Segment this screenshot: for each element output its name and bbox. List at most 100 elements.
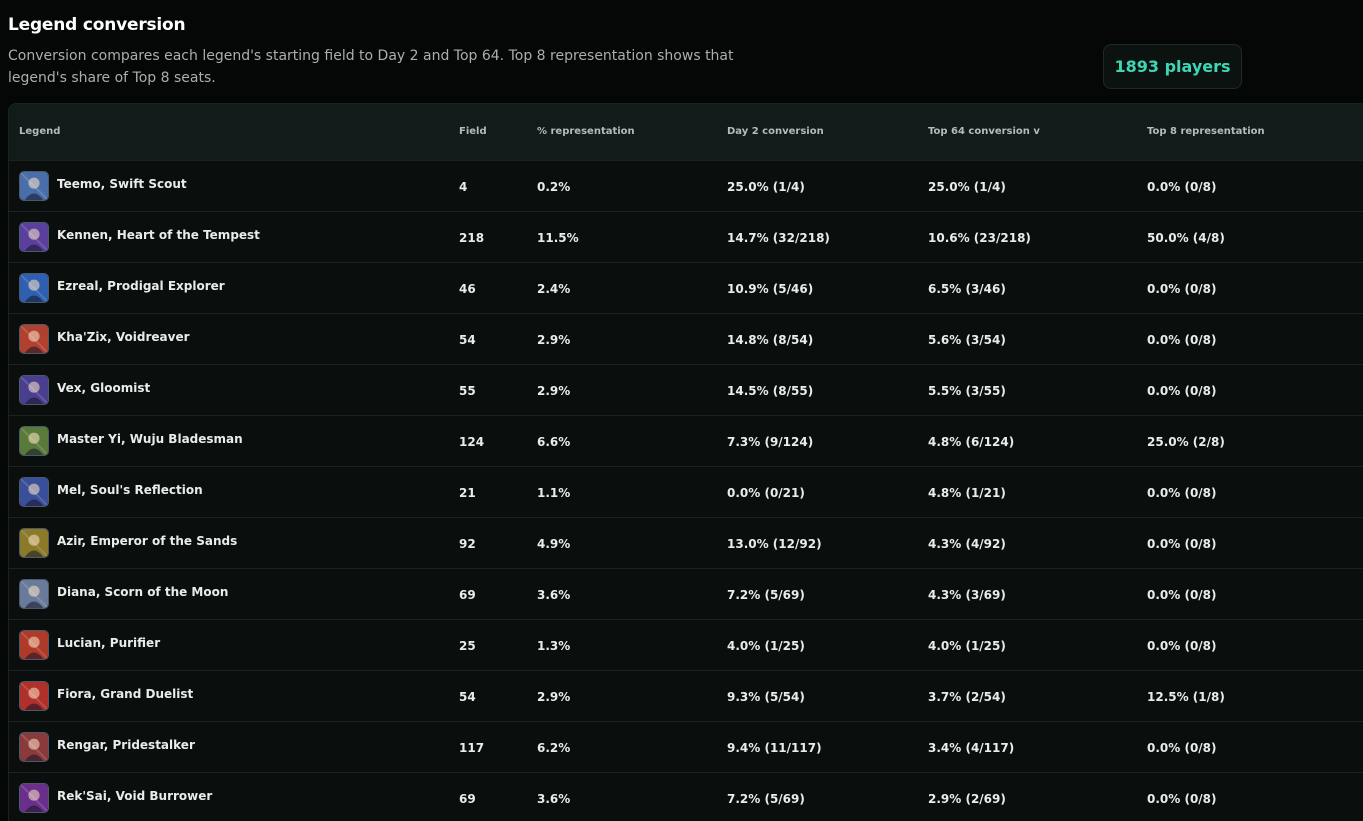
top8-representation-cell: 0.0% (0/8) — [1147, 282, 1217, 296]
top64-conversion-cell: 5.5% (3/55) — [928, 384, 1006, 398]
top64-conversion-cell: 2.9% (2/69) — [928, 792, 1006, 806]
top64-conversion-cell: 3.4% (4/117) — [928, 741, 1015, 755]
top64-conversion-cell: 4.3% (4/92) — [928, 537, 1006, 551]
top64-conversion-cell: 6.5% (3/46) — [928, 282, 1006, 296]
table-row[interactable]: Vex, Gloomist 55 2.9% 14.5% (8/55) 5.5% (3/5… — [9, 365, 1363, 416]
top8-representation-cell: 0.0% (0/8) — [1147, 639, 1217, 653]
table-row[interactable]: Rek'Sai, Void Burrower 69 3.6% 7.2% (5/69) 2… — [9, 773, 1363, 821]
pct-representation-cell: 2.9% — [537, 333, 571, 347]
legend-avatar-icon — [19, 171, 49, 201]
day2-conversion-cell: 14.7% (32/218) — [727, 231, 830, 245]
field-cell: 69 — [459, 792, 476, 806]
day2-conversion-cell: 9.3% (5/54) — [727, 690, 805, 704]
field-cell: 117 — [459, 741, 485, 755]
page-subtitle: Conversion compares each legend's starti… — [8, 48, 734, 86]
field-cell: 25 — [459, 639, 476, 653]
legend-name: Fiora, Grand Duelist — [57, 687, 194, 701]
top8-representation-cell: 0.0% (0/8) — [1147, 333, 1217, 347]
legend-table: Legend Field % representation Day 2 conv… — [8, 103, 1363, 821]
top8-representation-cell: 50.0% (4/8) — [1147, 231, 1225, 245]
legend-name: Azir, Emperor of the Sands — [57, 534, 238, 548]
pct-representation-cell: 0.2% — [537, 180, 571, 194]
field-cell: 54 — [459, 690, 476, 704]
column-header-pct-representation[interactable]: % representation — [537, 126, 635, 137]
legend-name: Rengar, Pridestalker — [57, 738, 195, 752]
table-body: Teemo, Swift Scout 4 0.2% 25.0% (1/4) 25.0% … — [9, 161, 1363, 821]
legend-name: Teemo, Swift Scout — [57, 177, 187, 191]
pct-representation-cell: 11.5% — [537, 231, 579, 245]
pct-representation-cell: 4.9% — [537, 537, 571, 551]
legend-name: Vex, Gloomist — [57, 381, 151, 395]
legend-avatar-icon — [19, 477, 49, 507]
field-cell: 124 — [459, 435, 485, 449]
column-header-legend[interactable]: Legend — [19, 126, 60, 137]
table-row[interactable]: Teemo, Swift Scout 4 0.2% 25.0% (1/4) 25.0% … — [9, 161, 1363, 212]
top64-conversion-cell: 4.8% (6/124) — [928, 435, 1015, 449]
field-cell: 21 — [459, 486, 476, 500]
legend-avatar-icon — [19, 273, 49, 303]
day2-conversion-cell: 14.8% (8/54) — [727, 333, 814, 347]
day2-conversion-cell: 7.2% (5/69) — [727, 792, 805, 806]
column-header-top64-conversion[interactable]: Top 64 conversion v — [928, 126, 1040, 137]
day2-conversion-cell: 25.0% (1/4) — [727, 180, 805, 194]
table-row[interactable]: Master Yi, Wuju Bladesman 124 6.6% 7.3% (9/… — [9, 416, 1363, 467]
top8-representation-cell: 0.0% (0/8) — [1147, 537, 1217, 551]
legend-avatar-icon — [19, 324, 49, 354]
day2-conversion-cell: 0.0% (0/21) — [727, 486, 805, 500]
legend-conversion-page: Legend conversion Conversion compares ea… — [0, 0, 1363, 821]
column-header-top8-representation[interactable]: Top 8 representation — [1147, 126, 1265, 137]
pct-representation-cell: 6.2% — [537, 741, 571, 755]
page-title: Legend conversion — [8, 15, 186, 35]
day2-conversion-cell: 9.4% (11/117) — [727, 741, 822, 755]
legend-avatar-icon — [19, 222, 49, 252]
table-row[interactable]: Lucian, Purifier 25 1.3% 4.0% (1/25) 4.0% (1… — [9, 620, 1363, 671]
pct-representation-cell: 6.6% — [537, 435, 571, 449]
top64-conversion-cell: 5.6% (3/54) — [928, 333, 1006, 347]
pct-representation-cell: 1.1% — [537, 486, 571, 500]
table-row[interactable]: Mel, Soul's Reflection 21 1.1% 0.0% (0/21) 4… — [9, 467, 1363, 518]
legend-avatar-icon — [19, 579, 49, 609]
legend-avatar-icon — [19, 630, 49, 660]
table-row[interactable]: Rengar, Pridestalker 117 6.2% 9.4% (11/117)… — [9, 722, 1363, 773]
top8-representation-cell: 12.5% (1/8) — [1147, 690, 1225, 704]
table-row[interactable]: Kha'Zix, Voidreaver 54 2.9% 14.8% (8/54) 5.6… — [9, 314, 1363, 365]
legend-name: Kha'Zix, Voidreaver — [57, 330, 190, 344]
day2-conversion-cell: 4.0% (1/25) — [727, 639, 805, 653]
pct-representation-cell: 3.6% — [537, 588, 571, 602]
day2-conversion-cell: 7.3% (9/124) — [727, 435, 814, 449]
pct-representation-cell: 2.9% — [537, 690, 571, 704]
column-header-day2-conversion[interactable]: Day 2 conversion — [727, 126, 824, 137]
column-header-field[interactable]: Field — [459, 126, 487, 137]
pct-representation-cell: 3.6% — [537, 792, 571, 806]
field-cell: 4 — [459, 180, 468, 194]
top8-representation-cell: 0.0% (0/8) — [1147, 588, 1217, 602]
top8-representation-cell: 0.0% (0/8) — [1147, 741, 1217, 755]
table-row[interactable]: Diana, Scorn of the Moon 69 3.6% 7.2% (5/69… — [9, 569, 1363, 620]
legend-name: Mel, Soul's Reflection — [57, 483, 203, 497]
table-row[interactable]: Fiora, Grand Duelist 54 2.9% 9.3% (5/54) 3.7… — [9, 671, 1363, 722]
top64-conversion-cell: 4.3% (3/69) — [928, 588, 1006, 602]
legend-avatar-icon — [19, 681, 49, 711]
legend-name: Lucian, Purifier — [57, 636, 161, 650]
table-row[interactable]: Kennen, Heart of the Tempest 218 11.5% 14.7… — [9, 212, 1363, 263]
top8-representation-cell: 25.0% (2/8) — [1147, 435, 1225, 449]
day2-conversion-cell: 10.9% (5/46) — [727, 282, 814, 296]
top8-representation-cell: 0.0% (0/8) — [1147, 180, 1217, 194]
legend-name: Ezreal, Prodigal Explorer — [57, 279, 225, 293]
pct-representation-cell: 1.3% — [537, 639, 571, 653]
day2-conversion-cell: 13.0% (12/92) — [727, 537, 822, 551]
players-count-badge: 1893 players — [1103, 44, 1242, 89]
legend-avatar-icon — [19, 732, 49, 762]
top8-representation-cell: 0.0% (0/8) — [1147, 384, 1217, 398]
legend-name: Rek'Sai, Void Burrower — [57, 789, 213, 803]
top8-representation-cell: 0.0% (0/8) — [1147, 792, 1217, 806]
pct-representation-cell: 2.4% — [537, 282, 571, 296]
top8-representation-cell: 0.0% (0/8) — [1147, 486, 1217, 500]
field-cell: 55 — [459, 384, 476, 398]
table-row[interactable]: Azir, Emperor of the Sands 92 4.9% 13.0% (1… — [9, 518, 1363, 569]
legend-avatar-icon — [19, 426, 49, 456]
field-cell: 92 — [459, 537, 476, 551]
legend-avatar-icon — [19, 375, 49, 405]
top64-conversion-cell: 4.8% (1/21) — [928, 486, 1006, 500]
table-row[interactable]: Ezreal, Prodigal Explorer 46 2.4% 10.9% (5/… — [9, 263, 1363, 314]
